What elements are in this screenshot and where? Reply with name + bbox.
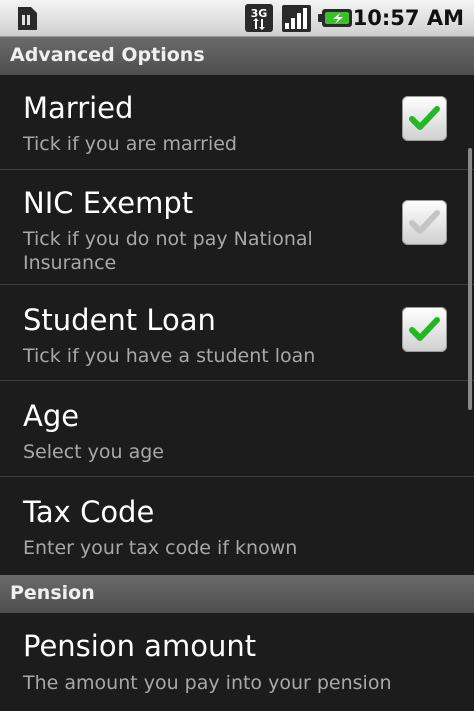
pref-tax-code[interactable]: Tax Code Enter your tax code if known xyxy=(0,477,474,575)
3g-data-icon: 3G xyxy=(245,4,273,32)
pref-summary: Select you age xyxy=(23,441,164,463)
section-header-advanced-options: Advanced Options xyxy=(0,37,474,75)
status-bar: 3G 10:57 AM xyxy=(0,0,474,37)
3g-label: 3G xyxy=(251,7,268,20)
pref-student-loan[interactable]: Student Loan Tick if you have a student … xyxy=(0,285,474,381)
pref-summary: Tick if you have a student loan xyxy=(23,345,316,367)
battery-charging-icon xyxy=(318,9,352,27)
pref-title: Married xyxy=(23,91,134,125)
pref-title: NIC Exempt xyxy=(23,186,194,220)
section-header-label: Advanced Options xyxy=(10,44,205,66)
section-header-label: Pension xyxy=(10,582,95,604)
sim-card-icon xyxy=(18,7,37,30)
scrollbar[interactable] xyxy=(468,148,472,410)
signal-strength-icon xyxy=(282,5,311,32)
student-loan-checkbox[interactable] xyxy=(402,307,447,352)
pref-summary: Enter your tax code if known xyxy=(23,537,298,559)
pref-title: Tax Code xyxy=(23,495,155,529)
pref-title: Age xyxy=(23,399,80,433)
pref-married[interactable]: Married Tick if you are married xyxy=(0,75,474,170)
pref-summary: Tick if you are married xyxy=(23,133,237,155)
nic-exempt-checkbox[interactable] xyxy=(402,200,447,245)
section-header-pension: Pension xyxy=(0,575,474,613)
married-checkbox[interactable] xyxy=(402,96,447,141)
pref-pension-amount[interactable]: Pension amount The amount you pay into y… xyxy=(0,613,474,711)
checkmark-icon xyxy=(409,317,440,341)
pref-age[interactable]: Age Select you age xyxy=(0,381,474,477)
pref-nic-exempt[interactable]: NIC Exempt Tick if you do not pay Nation… xyxy=(0,170,474,285)
checkmark-icon xyxy=(409,106,440,130)
pref-summary: The amount you pay into your pension xyxy=(23,672,392,694)
status-time: 10:57 AM xyxy=(352,6,464,30)
pref-title: Pension amount xyxy=(23,629,257,663)
pref-summary: Tick if you do not pay National Insuranc… xyxy=(23,228,313,274)
checkmark-icon xyxy=(409,210,440,234)
pref-title: Student Loan xyxy=(23,303,216,337)
